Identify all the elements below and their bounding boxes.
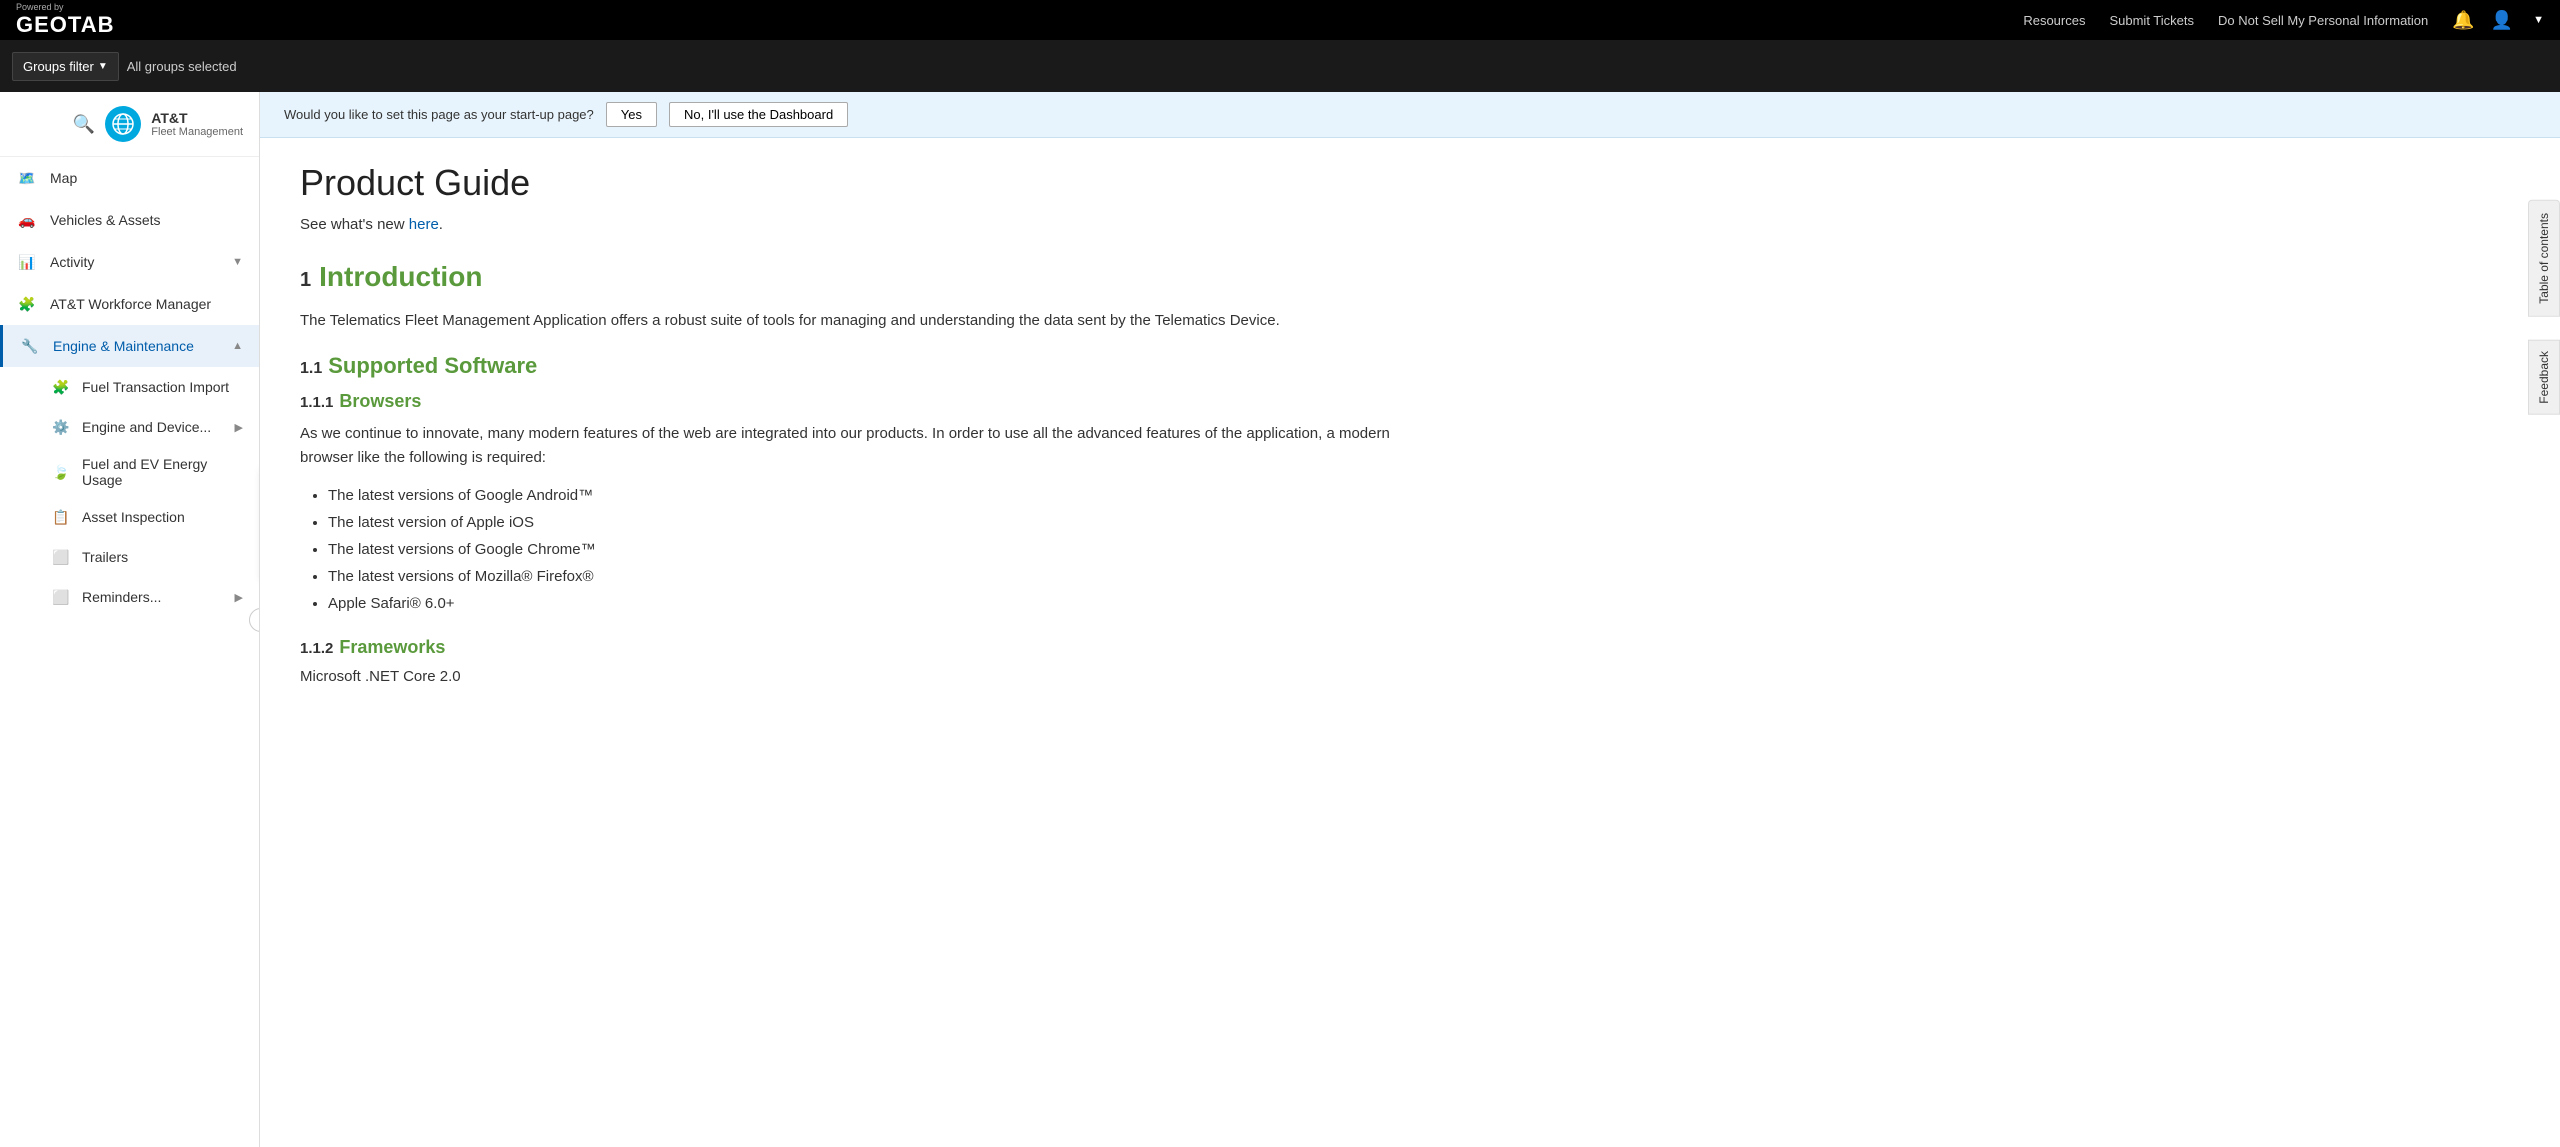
sidebar-item-fuel-transaction[interactable]: 🧩 Fuel Transaction Import xyxy=(0,367,259,407)
startup-bar: Would you like to set this page as your … xyxy=(260,92,2560,138)
section-1-heading: 1 Introduction xyxy=(300,261,1420,293)
clipboard-icon: 📋 xyxy=(50,506,72,528)
powered-by-text: Powered by xyxy=(16,2,64,13)
groups-filter-chevron-icon: ▼ xyxy=(98,61,108,72)
engine-device-chevron-icon: ▶ xyxy=(235,421,243,434)
sidebar-label-asset-inspection: Asset Inspection xyxy=(82,509,185,525)
groups-filter-label: Groups filter xyxy=(23,59,94,74)
submit-tickets-link[interactable]: Submit Tickets xyxy=(2109,13,2194,28)
content-area: Would you like to set this page as your … xyxy=(260,92,2560,1147)
content-main: Product Guide See what's new here. 1 Int… xyxy=(260,138,1460,715)
sidebar-scroll-area: 🗺️ Map 🚗 Vehicles & Assets 📊 Activity ▼ … xyxy=(0,157,259,1144)
startup-dashboard-button[interactable]: No, I'll use the Dashboard xyxy=(669,102,848,127)
fuel-puzzle-icon: 🧩 xyxy=(50,376,72,398)
section-1-1-heading: 1.1 Supported Software xyxy=(300,353,1420,379)
section-1-1-title: Supported Software xyxy=(328,353,537,379)
car-icon: 🚗 xyxy=(16,209,38,231)
sidebar-item-trailers[interactable]: ⬜ Trailers xyxy=(0,537,259,577)
user-icon[interactable]: 👤 xyxy=(2491,10,2513,31)
dropdown-chevron-icon: ▼ xyxy=(2533,14,2544,26)
activity-chevron-icon: ▼ xyxy=(232,256,243,268)
browser-item-2: The latest versions of Google Chrome™ xyxy=(328,536,1420,563)
see-whats-new-text: See what's new xyxy=(300,216,409,233)
sidebar-item-map[interactable]: 🗺️ Map xyxy=(0,157,259,199)
startup-question-text: Would you like to set this page as your … xyxy=(284,107,594,122)
top-bar-right: Resources Submit Tickets Do Not Sell My … xyxy=(2023,10,2544,31)
sidebar-item-workforce[interactable]: 🧩 AT&T Workforce Manager xyxy=(0,283,259,325)
resources-link[interactable]: Resources xyxy=(2023,13,2085,28)
sidebar-item-activity[interactable]: 📊 Activity ▼ xyxy=(0,241,259,283)
browsers-body: As we continue to innovate, many modern … xyxy=(300,422,1420,470)
settings-icon: ⚙️ xyxy=(50,416,72,438)
section-1-num: 1 xyxy=(300,269,311,292)
section-1-body: The Telematics Fleet Management Applicat… xyxy=(300,309,1420,333)
sidebar-item-asset-inspection[interactable]: 📋 Asset Inspection xyxy=(0,497,259,537)
wrench-icon: 🔧 xyxy=(19,335,41,357)
sidebar-item-vehicles-assets[interactable]: 🚗 Vehicles & Assets xyxy=(0,199,259,241)
top-bar: Powered by GEOTAB Resources Submit Ticke… xyxy=(0,0,2560,40)
brand-name: AT&T xyxy=(151,110,243,126)
main-layout: 🔍 AT&T Fleet Management 🗺️ Map 🚗 Vehicle… xyxy=(0,92,2560,1147)
section-1-1-1-heading: 1.1.1 Browsers xyxy=(300,391,1420,412)
brand-subtitle: Fleet Management xyxy=(151,126,243,138)
browser-item-0: The latest versions of Google Android™ xyxy=(328,482,1420,509)
notifications-icon[interactable]: 🔔 xyxy=(2452,10,2474,31)
section-1-title: Introduction xyxy=(319,261,482,293)
section-1-1-num: 1.1 xyxy=(300,360,322,378)
sidebar-item-engine-maintenance[interactable]: 🔧 Engine & Maintenance ▲ xyxy=(0,325,259,367)
brand-text: AT&T Fleet Management xyxy=(151,110,243,138)
section-1-1-1-title: Browsers xyxy=(339,391,421,412)
section-1-1-2-title: Frameworks xyxy=(339,637,445,658)
toc-tab[interactable]: Table of contents xyxy=(2528,200,2560,317)
here-link[interactable]: here xyxy=(409,216,439,233)
logo-area: Powered by GEOTAB xyxy=(16,2,114,39)
section-1-1-1-num: 1.1.1 xyxy=(300,394,333,411)
groups-filter-button[interactable]: Groups filter ▼ xyxy=(12,52,119,81)
chart-icon: 📊 xyxy=(16,251,38,273)
sidebar-item-engine-device[interactable]: ⚙️ Engine and Device... ▶ xyxy=(0,407,259,447)
sidebar-label-reminders: Reminders... xyxy=(82,589,161,605)
section-1-1-2-num: 1.1.2 xyxy=(300,640,333,657)
groups-selected-text: All groups selected xyxy=(127,59,237,74)
user-dropdown[interactable]: ▼ xyxy=(2529,14,2544,26)
browser-item-1: The latest version of Apple iOS xyxy=(328,509,1420,536)
sidebar-label-map: Map xyxy=(50,170,243,186)
map-icon: 🗺️ xyxy=(16,167,38,189)
sidebar-item-reminders[interactable]: ⬜ Reminders... ▶ xyxy=(0,577,259,617)
search-button[interactable]: 🔍 xyxy=(73,114,95,135)
page-title: Product Guide xyxy=(300,162,1420,204)
groups-bar: Groups filter ▼ All groups selected xyxy=(0,40,2560,92)
sidebar-label-workforce: AT&T Workforce Manager xyxy=(50,296,243,312)
sidebar-label-trailers: Trailers xyxy=(82,549,128,565)
trailer-icon: ⬜ xyxy=(50,546,72,568)
reminders-chevron-icon: ▶ xyxy=(235,591,243,604)
puzzle-icon: 🧩 xyxy=(16,293,38,315)
att-logo xyxy=(105,106,141,142)
sidebar-label-fuel-transaction: Fuel Transaction Import xyxy=(82,379,229,395)
leaf-icon: 🍃 xyxy=(50,461,72,483)
sidebar: 🔍 AT&T Fleet Management 🗺️ Map 🚗 Vehicle… xyxy=(0,92,260,1147)
do-not-sell-link[interactable]: Do Not Sell My Personal Information xyxy=(2218,13,2428,28)
engine-chevron-icon: ▲ xyxy=(232,340,243,352)
browser-item-4: Apple Safari® 6.0+ xyxy=(328,590,1420,617)
frameworks-body: Microsoft .NET Core 2.0 xyxy=(300,668,1420,685)
see-whats-new-para: See what's new here. xyxy=(300,216,1420,233)
browsers-list: The latest versions of Google Android™ T… xyxy=(300,482,1420,617)
section-1-1-2-heading: 1.1.2 Frameworks xyxy=(300,637,1420,658)
bell-icon: ⬜ xyxy=(50,586,72,608)
sidebar-header: 🔍 AT&T Fleet Management xyxy=(0,92,259,157)
feedback-tab[interactable]: Feedback xyxy=(2528,340,2560,415)
geotab-logo: GEOTAB xyxy=(16,12,114,38)
sidebar-label-engine-device: Engine and Device... xyxy=(82,419,211,435)
top-bar-icons: 🔔 👤 ▼ xyxy=(2452,10,2544,31)
sidebar-label-activity: Activity xyxy=(50,254,220,270)
sidebar-label-engine: Engine & Maintenance xyxy=(53,338,220,354)
startup-yes-button[interactable]: Yes xyxy=(606,102,657,127)
sidebar-label-vehicles: Vehicles & Assets xyxy=(50,212,243,228)
sidebar-label-fuel-ev: Fuel and EV Energy Usage xyxy=(82,456,243,488)
sidebar-item-fuel-ev[interactable]: 🍃 Fuel and EV Energy Usage xyxy=(0,447,259,497)
browser-item-3: The latest versions of Mozilla® Firefox® xyxy=(328,563,1420,590)
